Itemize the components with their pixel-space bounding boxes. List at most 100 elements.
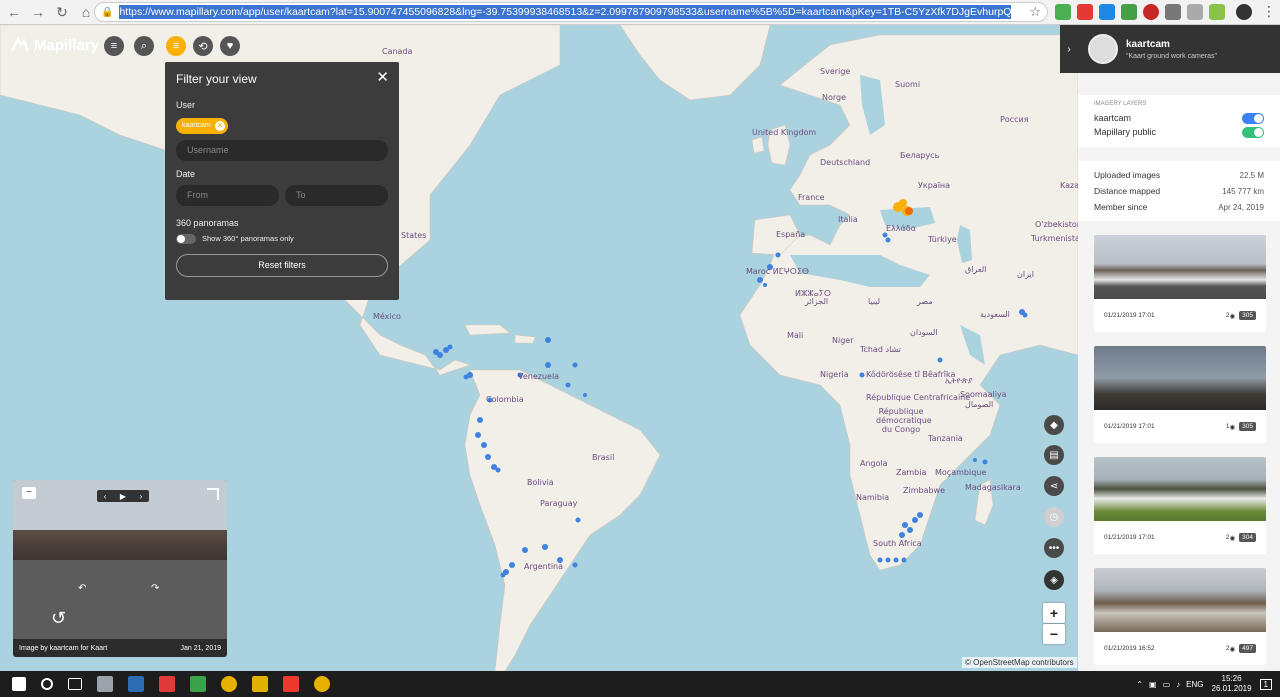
pano-toggle[interactable] bbox=[176, 233, 196, 244]
more-icon[interactable]: ••• bbox=[1044, 538, 1064, 558]
layer-toggle[interactable] bbox=[1242, 126, 1264, 138]
language-indicator[interactable]: ENG bbox=[1186, 680, 1203, 689]
mapillary-logo[interactable]: Mapillary bbox=[10, 35, 99, 55]
adblock-icon[interactable] bbox=[1143, 4, 1159, 20]
chrome-icon[interactable] bbox=[221, 676, 237, 692]
map-label: Zimbabwe bbox=[903, 486, 946, 495]
extension-icon[interactable] bbox=[1099, 4, 1115, 20]
extension-icon[interactable] bbox=[1165, 4, 1181, 20]
image-card[interactable]: 01/21/2019 16:52 2 ◉ 497 bbox=[1094, 568, 1266, 665]
filter-icon[interactable]: ≡ bbox=[166, 36, 186, 56]
pano-label: 360 panoramas bbox=[176, 217, 239, 228]
image-card[interactable]: 01/21/2019 17:01 2 ◉ 305 bbox=[1094, 235, 1266, 332]
feedback-icon[interactable]: ♥ bbox=[220, 36, 240, 56]
tag-icon[interactable]: ◆ bbox=[1044, 415, 1064, 435]
image-card[interactable]: 01/21/2019 17:01 1 ◉ 305 bbox=[1094, 346, 1266, 443]
image-viewer[interactable]: − ‹ ▶ › ↶ ↷ ↺ Image by kaartcam for Kaar… bbox=[13, 480, 227, 657]
network-icon[interactable]: ▭ bbox=[1163, 680, 1171, 689]
username-input[interactable] bbox=[176, 139, 388, 161]
youtube-icon[interactable] bbox=[1077, 4, 1093, 20]
map-label: Sverige bbox=[820, 67, 851, 76]
app-icon[interactable] bbox=[128, 676, 144, 692]
nav-arrow-back-icon[interactable]: ↺ bbox=[51, 608, 66, 629]
play-icon[interactable]: ▶ bbox=[120, 492, 126, 501]
stat-label: Member since bbox=[1094, 202, 1148, 212]
notifications-icon[interactable]: 1 bbox=[1259, 678, 1272, 690]
sequence-icon[interactable]: ⟲ bbox=[193, 36, 213, 56]
map-attribution[interactable]: © OpenStreetMap contributors bbox=[962, 657, 1077, 668]
address-url[interactable]: https://www.mapillary.com/app/user/kaart… bbox=[119, 5, 1012, 19]
minimize-icon[interactable]: − bbox=[22, 487, 36, 499]
lock-icon: 🔒 bbox=[101, 6, 114, 18]
zoom-in-button[interactable]: + bbox=[1043, 603, 1065, 623]
bookmark-star-icon[interactable]: ☆ bbox=[1029, 4, 1041, 20]
map-label: République démocratique du Congo bbox=[876, 407, 932, 434]
drive-icon[interactable] bbox=[1187, 4, 1203, 20]
image-thumbnail[interactable] bbox=[1094, 457, 1266, 521]
layer-label: kaartcam bbox=[1094, 113, 1132, 123]
hamburger-icon[interactable]: ≡ bbox=[104, 36, 124, 56]
close-icon[interactable]: ✕ bbox=[376, 68, 389, 86]
browser-menu-icon[interactable]: ⋮ bbox=[1262, 3, 1276, 20]
app-icon[interactable] bbox=[190, 676, 206, 692]
back-icon[interactable]: ← bbox=[4, 2, 24, 22]
tray-chevron-icon[interactable]: ⌃ bbox=[1136, 680, 1143, 689]
map-label: Turkmenistan bbox=[1031, 234, 1078, 243]
layer-label: Mapillary public bbox=[1094, 127, 1157, 137]
stat-label: Uploaded images bbox=[1094, 170, 1161, 180]
brand-name: Mapillary bbox=[34, 36, 100, 54]
capture-time: 01/21/2019 17:01 bbox=[1104, 534, 1155, 541]
collapse-sidebar-icon[interactable]: › bbox=[1060, 25, 1078, 73]
avatar[interactable] bbox=[1088, 34, 1118, 64]
app-icon[interactable] bbox=[283, 676, 299, 692]
map-label: Maroc ⵍⵎⵖⵔⵉⴱ bbox=[746, 267, 809, 276]
nav-arrow-right-icon[interactable]: ↷ bbox=[151, 583, 159, 594]
reset-filters-button[interactable]: Reset filters bbox=[176, 253, 388, 277]
layers-icon[interactable]: ◈ bbox=[1044, 570, 1064, 590]
volume-icon[interactable]: ♪ bbox=[1176, 680, 1180, 689]
image-card[interactable]: 01/21/2019 17:01 2 ◉ 304 bbox=[1094, 457, 1266, 554]
forward-icon[interactable]: → bbox=[28, 2, 48, 22]
address-bar[interactable]: 🔒 https://www.mapillary.com/app/user/kaa… bbox=[94, 2, 1048, 22]
system-tray: ⌃ ▣ ▭ ♪ ENG 15:26 26.01.2019 1 bbox=[1136, 671, 1280, 697]
history-icon[interactable]: ◷ bbox=[1044, 507, 1064, 527]
expand-icon[interactable] bbox=[207, 488, 219, 500]
image-thumbnail[interactable] bbox=[1094, 346, 1266, 410]
map-label: Россия bbox=[1000, 115, 1029, 124]
tray-app-icon[interactable]: ▣ bbox=[1149, 680, 1157, 689]
chrome-icon[interactable] bbox=[314, 676, 330, 692]
task-view-icon[interactable] bbox=[68, 678, 82, 690]
map-label: Mali bbox=[787, 331, 804, 340]
previous-icon[interactable]: ‹ bbox=[104, 492, 107, 501]
profile-avatar[interactable] bbox=[1236, 4, 1252, 20]
reload-icon[interactable]: ↻ bbox=[52, 2, 72, 22]
clock[interactable]: 15:26 26.01.2019 bbox=[1212, 674, 1252, 694]
app-icon[interactable] bbox=[159, 676, 175, 692]
comment-icon[interactable]: ▤ bbox=[1044, 445, 1064, 465]
extension-icon[interactable] bbox=[1055, 4, 1071, 20]
image-thumbnail[interactable] bbox=[1094, 568, 1266, 632]
image-credit[interactable]: Image by kaartcam for Kaart bbox=[19, 645, 107, 652]
username[interactable]: kaartcam bbox=[1126, 39, 1217, 50]
file-explorer-icon[interactable] bbox=[252, 676, 268, 692]
image-thumbnail[interactable] bbox=[1094, 235, 1266, 299]
home-icon[interactable]: ⌂ bbox=[76, 2, 96, 22]
extension-icon[interactable] bbox=[1121, 4, 1137, 20]
windows-start-icon[interactable] bbox=[12, 677, 26, 691]
zoom-out-button[interactable]: − bbox=[1043, 624, 1065, 644]
app-icon[interactable] bbox=[97, 676, 113, 692]
eye-icon: ◉ bbox=[1229, 312, 1236, 320]
extension-icon[interactable] bbox=[1209, 4, 1225, 20]
date-to-input[interactable] bbox=[285, 184, 388, 206]
remove-chip-icon[interactable]: ✕ bbox=[214, 120, 225, 131]
date-from-input[interactable] bbox=[176, 184, 279, 206]
next-icon[interactable]: › bbox=[140, 492, 143, 501]
layer-toggle[interactable] bbox=[1242, 112, 1264, 124]
user-chip[interactable]: kaartcam ✕ bbox=[176, 117, 228, 134]
share-icon[interactable]: ⋖ bbox=[1044, 476, 1064, 496]
search-icon[interactable] bbox=[41, 678, 53, 690]
map-canvas[interactable]: Canada Sverige Suomi Norge Россия United… bbox=[0, 25, 1078, 671]
map-label: ایران bbox=[1017, 270, 1034, 279]
nav-arrow-left-icon[interactable]: ↶ bbox=[78, 583, 86, 594]
search-icon[interactable]: ⌕ bbox=[134, 36, 154, 56]
